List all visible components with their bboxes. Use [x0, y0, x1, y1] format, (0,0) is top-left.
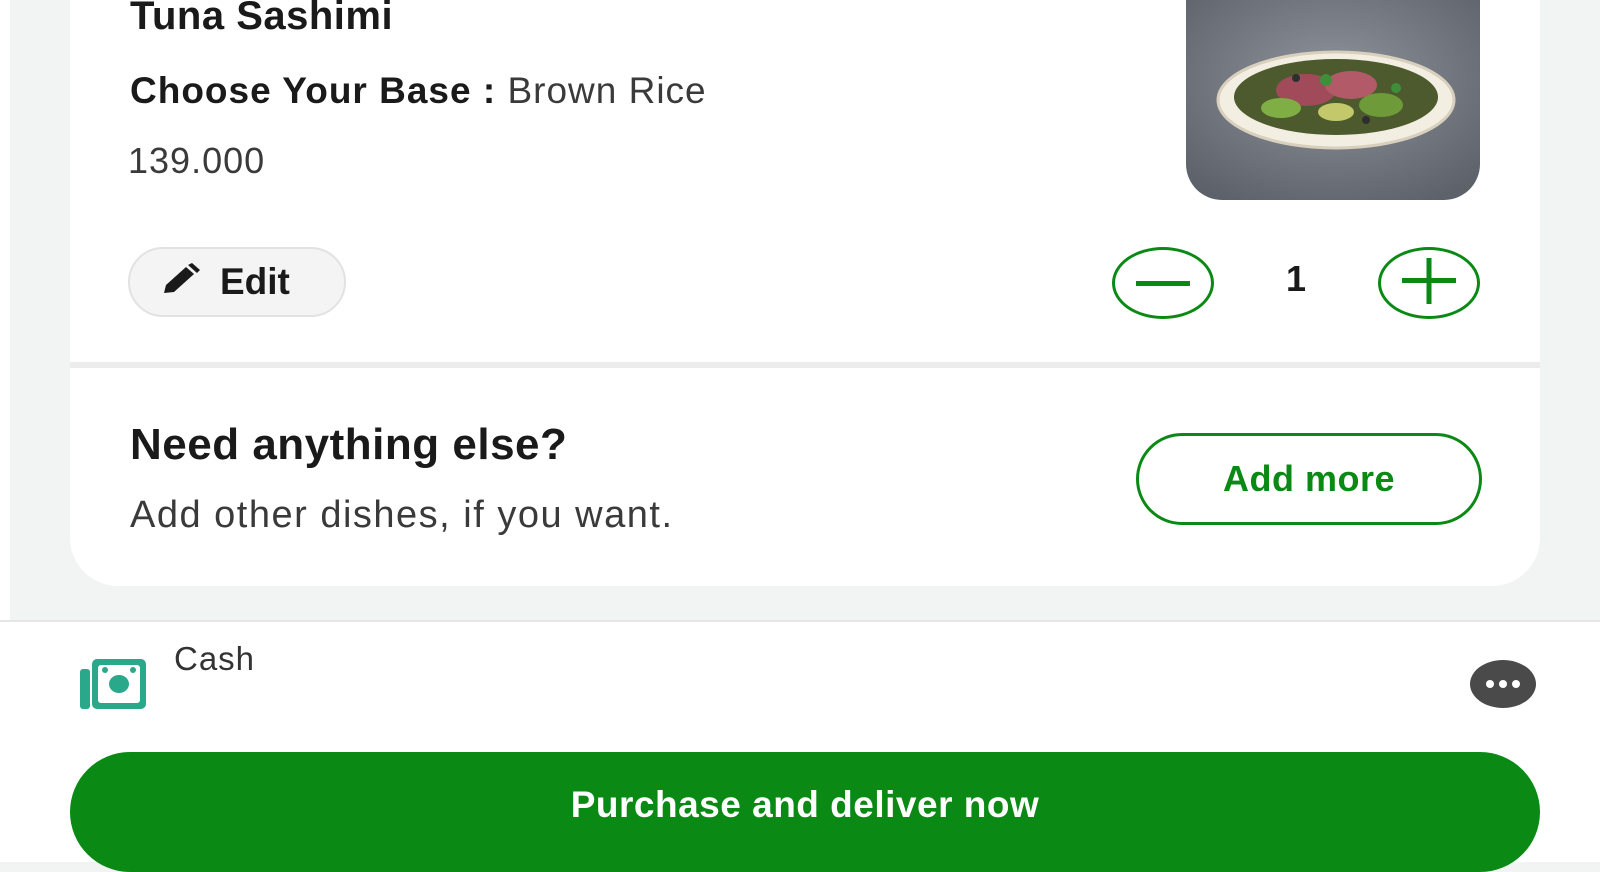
- item-name: Tuna Sashimi: [130, 0, 394, 38]
- payment-method-label: Cash: [174, 640, 256, 677]
- poke-bowl-image: [1186, 0, 1480, 200]
- more-dots-icon: [1486, 680, 1494, 688]
- decrease-quantity-button[interactable]: [1112, 247, 1214, 319]
- more-dots-icon: [1512, 680, 1520, 688]
- pencil-icon: [160, 262, 202, 302]
- minus-icon: [1136, 274, 1190, 292]
- edit-button[interactable]: Edit: [128, 247, 346, 317]
- option-key: Choose Your Base :: [130, 70, 508, 111]
- add-more-button[interactable]: Add more: [1136, 433, 1482, 525]
- plus-icon: [1402, 257, 1456, 309]
- upsell-subtitle: Add other dishes, if you want.: [130, 494, 674, 536]
- increase-quantity-button[interactable]: [1378, 247, 1480, 319]
- item-price: 139.000: [128, 140, 266, 181]
- cash-icon: [78, 655, 148, 716]
- quantity-value: 1: [1285, 258, 1307, 299]
- left-edge: [0, 0, 10, 620]
- option-value: Brown Rice: [507, 70, 707, 111]
- upsell-title: Need anything else?: [130, 420, 568, 469]
- purchase-button[interactable]: Purchase and deliver now: [70, 752, 1540, 872]
- edit-label: Edit: [220, 261, 290, 302]
- item-option: Choose Your Base : Brown Rice: [130, 70, 707, 112]
- right-edge: [1540, 0, 1600, 620]
- more-dots-icon: [1499, 680, 1507, 688]
- more-options-button[interactable]: [1470, 660, 1536, 708]
